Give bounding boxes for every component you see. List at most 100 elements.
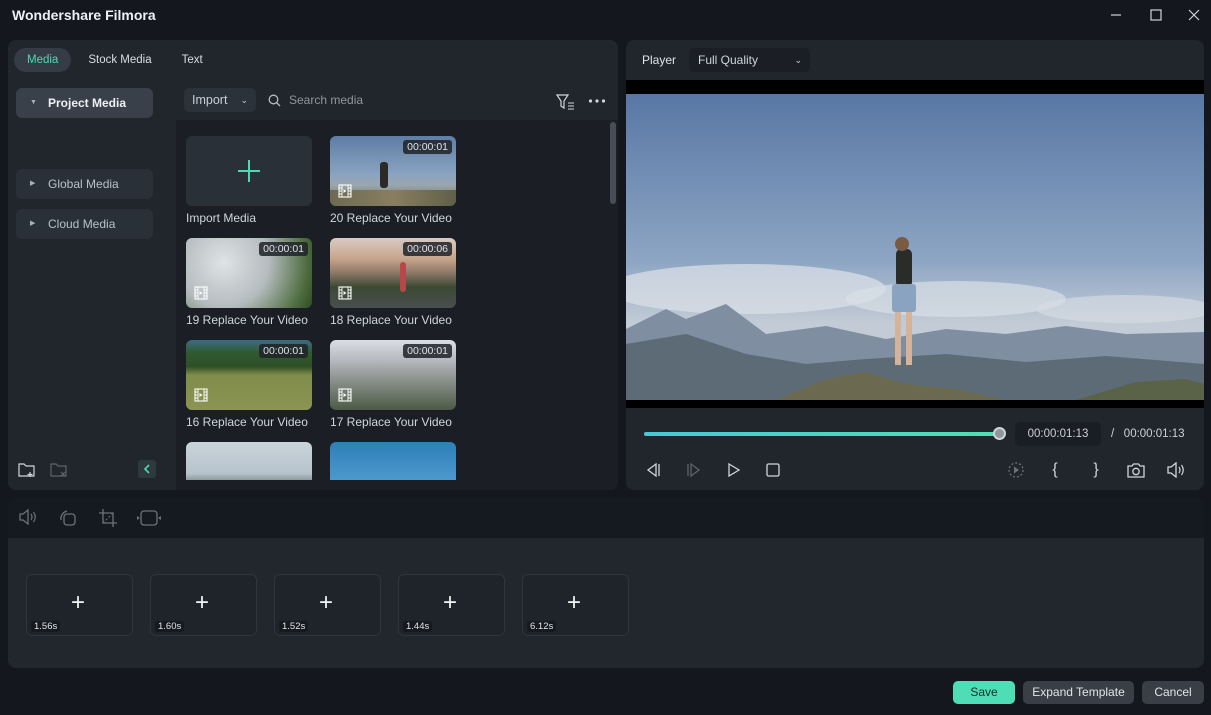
duration-badge: 00:00:01 bbox=[259, 344, 308, 358]
sidebar-item-global-media[interactable]: ▶ Global Media bbox=[16, 169, 153, 199]
maximize-icon bbox=[1150, 9, 1162, 21]
cancel-button[interactable]: Cancel bbox=[1142, 681, 1204, 704]
snapshot-button[interactable] bbox=[1126, 460, 1146, 480]
more-icon[interactable] bbox=[588, 98, 606, 104]
tab-media[interactable]: Media bbox=[14, 48, 72, 72]
edit-tools-bar bbox=[8, 498, 1204, 538]
volume-icon bbox=[1167, 462, 1184, 478]
template-slot[interactable]: + 1.56s bbox=[26, 574, 133, 636]
mark-out-icon: } bbox=[1093, 461, 1099, 478]
sidebar-item-project-media[interactable]: ▼ Project Media bbox=[16, 88, 153, 118]
playback-progress-bar[interactable] bbox=[644, 427, 1006, 440]
sidebar-footer bbox=[18, 460, 156, 480]
media-toolbar: Import ⌄ Search media bbox=[176, 84, 618, 120]
sidebar-item-label: Project Media bbox=[48, 96, 127, 110]
render-preview-icon bbox=[1008, 462, 1024, 478]
media-item[interactable] bbox=[330, 442, 456, 480]
import-media-tile[interactable]: Import Media bbox=[186, 136, 312, 225]
video-clip-icon bbox=[338, 388, 352, 402]
plus-icon: + bbox=[443, 589, 458, 616]
close-icon bbox=[1188, 9, 1200, 21]
title-bar: Wondershare Filmora bbox=[0, 0, 1211, 30]
stop-button[interactable] bbox=[763, 460, 783, 480]
media-item[interactable] bbox=[186, 442, 312, 480]
media-item[interactable]: 00:00:01 20 Replace Your Video bbox=[330, 136, 456, 225]
maximize-button[interactable] bbox=[1144, 4, 1168, 26]
prev-frame-icon bbox=[646, 462, 660, 478]
mark-out-button[interactable]: } bbox=[1086, 460, 1106, 480]
progress-handle[interactable] bbox=[993, 427, 1006, 440]
duration-badge: 00:00:01 bbox=[259, 242, 308, 256]
plus-icon: + bbox=[567, 589, 582, 616]
fit-icon[interactable] bbox=[136, 508, 162, 528]
media-thumbnail: 00:00:01 bbox=[330, 340, 456, 410]
video-preview[interactable] bbox=[626, 80, 1204, 408]
expand-template-button[interactable]: Expand Template bbox=[1023, 681, 1134, 704]
minimize-icon bbox=[1111, 14, 1121, 16]
new-folder-icon[interactable] bbox=[18, 462, 36, 478]
play-button[interactable] bbox=[724, 460, 744, 480]
template-slots-panel: + 1.56s + 1.60s + 1.52s + 1.44s + 6.12s bbox=[8, 538, 1204, 668]
current-time[interactable]: 00:00:01:13 bbox=[1015, 422, 1101, 446]
media-item[interactable]: 00:00:01 19 Replace Your Video bbox=[186, 238, 312, 327]
media-item-label: 17 Replace Your Video bbox=[330, 415, 452, 429]
delete-folder-icon[interactable] bbox=[50, 462, 68, 478]
slot-duration: 6.12s bbox=[527, 621, 557, 632]
plus-icon: + bbox=[195, 589, 210, 616]
media-tabs: Media Stock Media Text bbox=[14, 48, 216, 72]
close-button[interactable] bbox=[1182, 4, 1206, 26]
plus-icon bbox=[238, 160, 260, 182]
media-thumbnail bbox=[186, 442, 312, 480]
sidebar-item-cloud-media[interactable]: ▶ Cloud Media bbox=[16, 209, 153, 239]
minimize-button[interactable] bbox=[1104, 4, 1128, 26]
prev-frame-button[interactable] bbox=[643, 460, 663, 480]
sidebar-item-label: Cloud Media bbox=[48, 217, 116, 231]
next-frame-icon bbox=[687, 462, 701, 478]
import-dropdown[interactable]: Import ⌄ bbox=[184, 88, 256, 112]
tab-stock-media[interactable]: Stock Media bbox=[75, 48, 164, 72]
search-media[interactable]: Search media bbox=[268, 88, 468, 112]
media-item[interactable]: 00:00:06 18 Replace Your Video bbox=[330, 238, 456, 327]
quality-value: Full Quality bbox=[698, 53, 759, 67]
sidebar-item-label: Global Media bbox=[48, 177, 119, 191]
video-clip-icon bbox=[194, 286, 208, 300]
tab-text[interactable]: Text bbox=[169, 48, 216, 72]
filter-icon[interactable] bbox=[556, 94, 576, 110]
crop-icon[interactable] bbox=[98, 508, 118, 528]
media-thumbnail: 00:00:06 bbox=[330, 238, 456, 308]
caret-right-icon: ▶ bbox=[30, 180, 36, 187]
template-slot[interactable]: + 1.44s bbox=[398, 574, 505, 636]
mark-in-button[interactable]: { bbox=[1045, 460, 1065, 480]
audio-icon[interactable] bbox=[18, 508, 38, 528]
mark-in-icon: { bbox=[1052, 461, 1058, 478]
player-label: Player bbox=[642, 53, 677, 67]
template-slot[interactable]: + 1.52s bbox=[274, 574, 381, 636]
play-icon bbox=[728, 462, 741, 478]
progress-fill bbox=[644, 432, 999, 436]
time-separator: / bbox=[1111, 428, 1115, 440]
slot-duration: 1.56s bbox=[31, 621, 61, 632]
quality-dropdown[interactable]: Full Quality ⌄ bbox=[689, 48, 810, 72]
render-preview-button[interactable] bbox=[1006, 460, 1026, 480]
template-slot[interactable]: + 6.12s bbox=[522, 574, 629, 636]
media-item-label: 16 Replace Your Video bbox=[186, 415, 308, 429]
video-clip-icon bbox=[338, 286, 352, 300]
player-header: Player Full Quality ⌄ bbox=[626, 40, 1204, 80]
next-frame-button[interactable] bbox=[684, 460, 704, 480]
duration-badge: 00:00:01 bbox=[403, 140, 452, 154]
media-item[interactable]: 00:00:01 16 Replace Your Video bbox=[186, 340, 312, 429]
template-slot[interactable]: + 1.60s bbox=[150, 574, 257, 636]
media-scrollbar[interactable] bbox=[610, 122, 616, 204]
media-item[interactable]: 00:00:01 17 Replace Your Video bbox=[330, 340, 456, 429]
snapshot-icon bbox=[1127, 463, 1145, 478]
media-sidebar: ▼ Project Media Folder ▶ Global Media ▶ … bbox=[8, 84, 168, 490]
media-content: Import ⌄ Search media Import Media 00:00… bbox=[176, 84, 618, 490]
rotate-icon[interactable] bbox=[58, 508, 78, 528]
media-item-label: 18 Replace Your Video bbox=[330, 313, 452, 327]
volume-button[interactable] bbox=[1166, 460, 1186, 480]
search-input[interactable]: Search media bbox=[289, 93, 363, 107]
media-thumbnail: 00:00:01 bbox=[186, 340, 312, 410]
collapse-panel-button[interactable] bbox=[138, 460, 156, 478]
slot-duration: 1.52s bbox=[279, 621, 309, 632]
save-button[interactable]: Save bbox=[953, 681, 1015, 704]
